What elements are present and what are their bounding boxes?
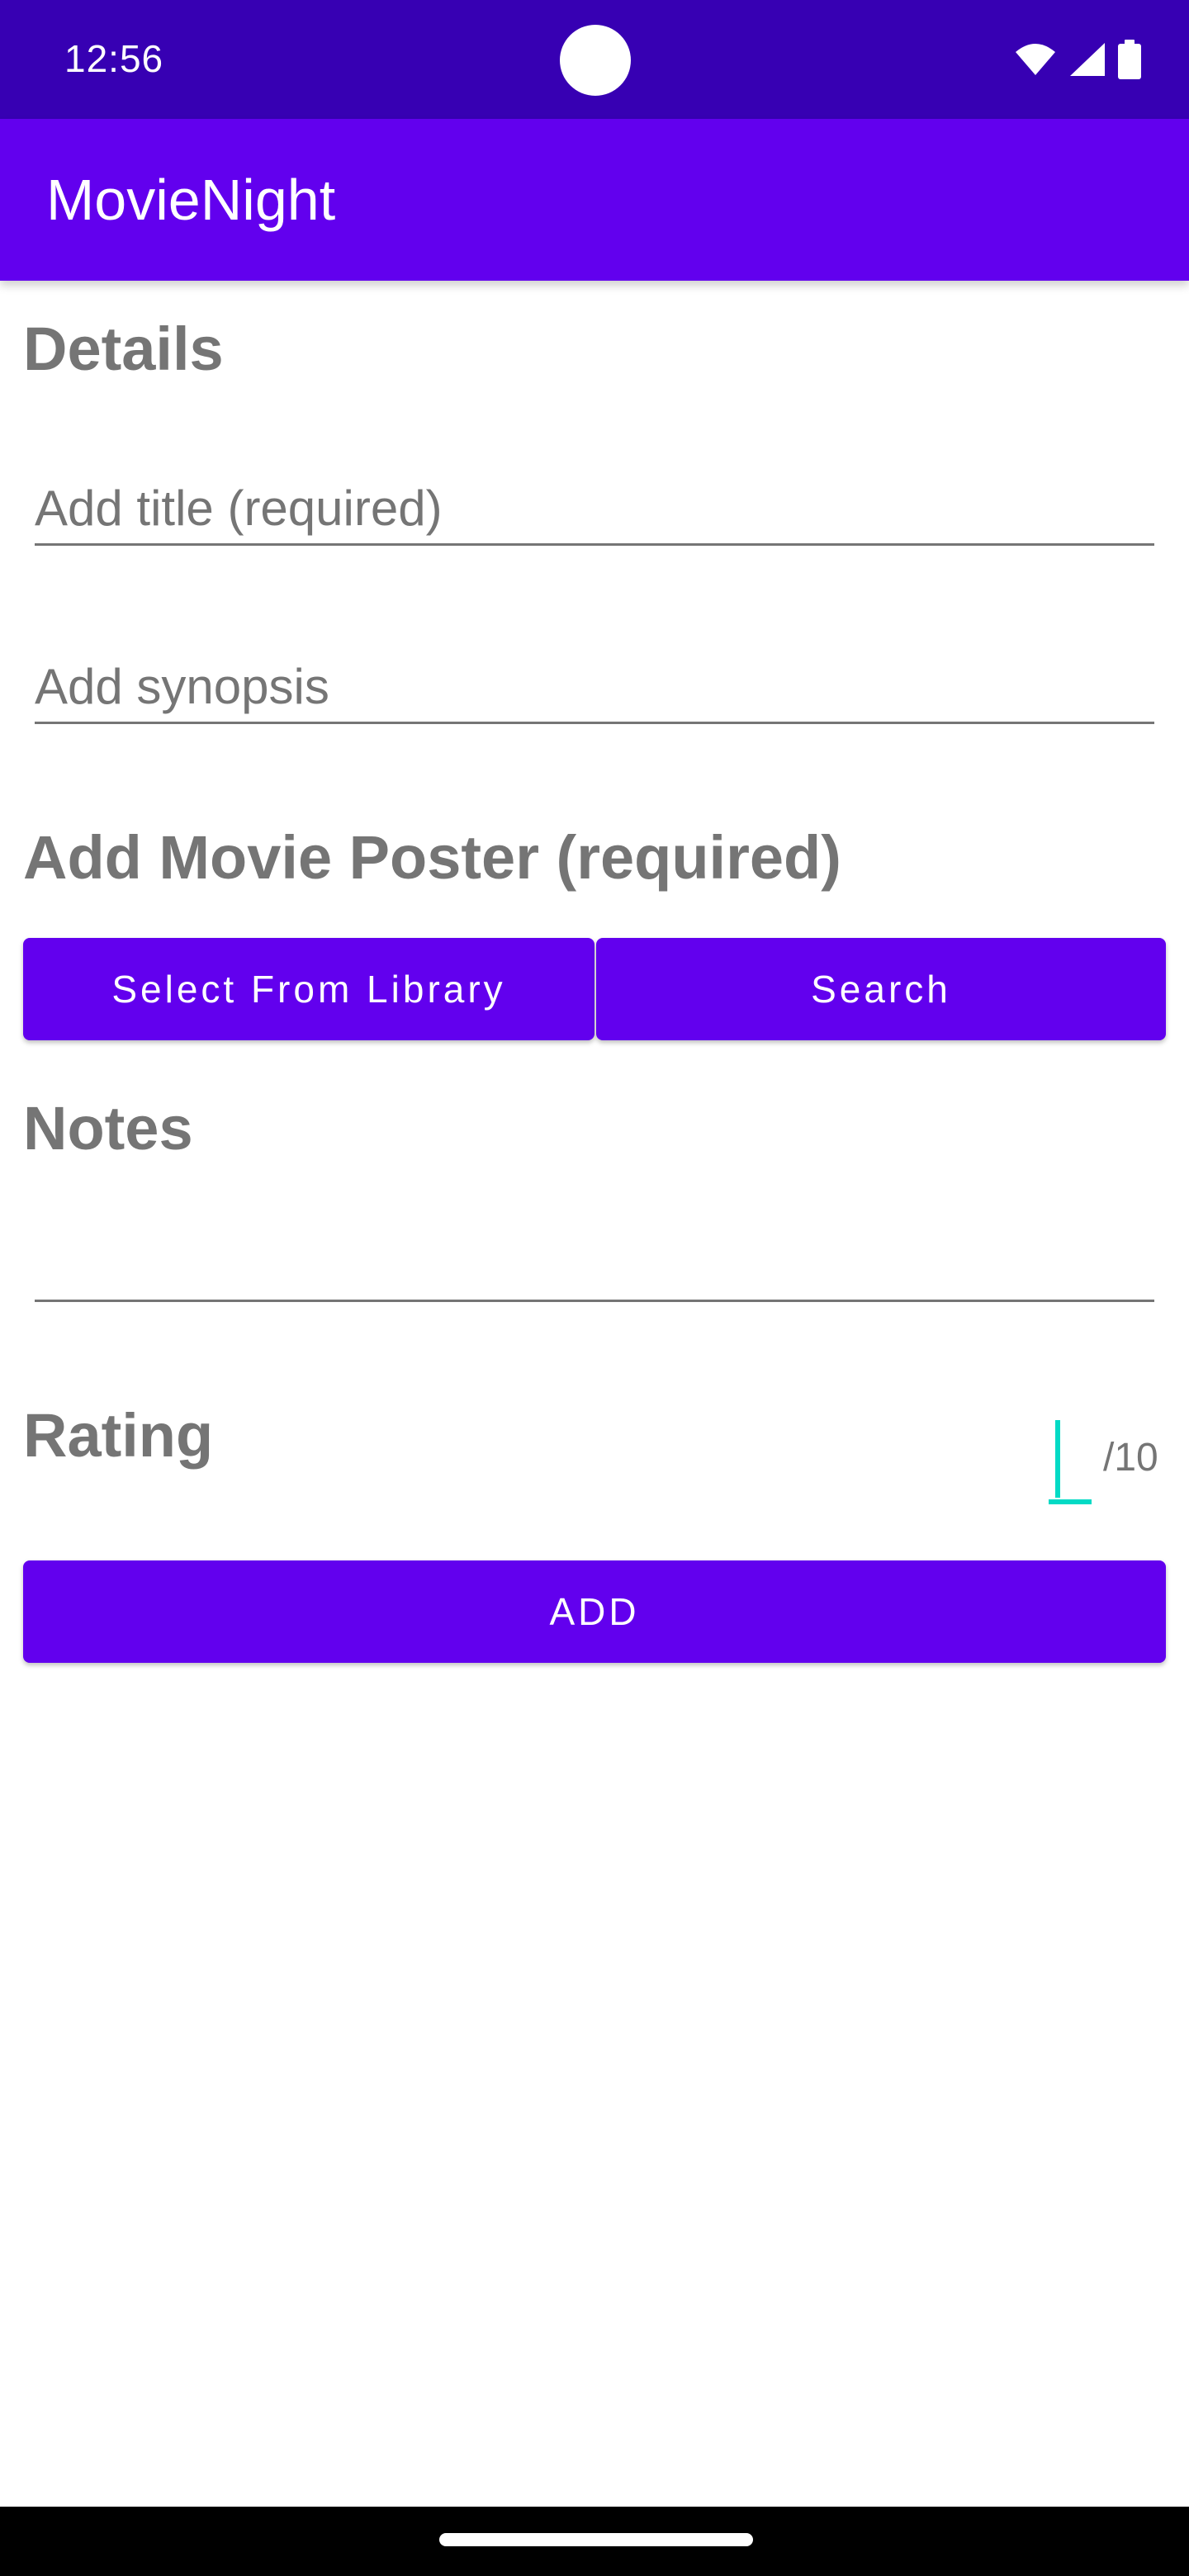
status-time: 12:56: [64, 37, 164, 80]
search-button[interactable]: Search: [596, 938, 1166, 1040]
text-cursor: [1055, 1420, 1060, 1498]
title-field[interactable]: [35, 452, 1154, 546]
synopsis-field[interactable]: [35, 631, 1154, 724]
cellular-signal-icon: [1070, 43, 1105, 76]
notes-input[interactable]: [35, 1236, 1154, 1293]
status-icons: [1014, 40, 1141, 79]
select-from-library-button[interactable]: Select From Library: [23, 938, 594, 1040]
title-input[interactable]: [35, 480, 1154, 537]
app-title: MovieNight: [46, 168, 336, 232]
rating-heading: Rating: [23, 1401, 214, 1470]
details-heading: Details: [23, 315, 224, 383]
camera-cutout: [560, 25, 631, 96]
rating-input[interactable]: [1049, 1417, 1092, 1504]
home-gesture-handle[interactable]: [439, 2533, 753, 2546]
add-button[interactable]: ADD: [23, 1560, 1166, 1663]
app-screen: 12:56 MovieNight Details Add Movie Poste…: [0, 0, 1189, 2576]
status-bar: 12:56: [0, 0, 1189, 119]
notes-heading: Notes: [23, 1094, 193, 1163]
synopsis-input[interactable]: [35, 658, 1154, 715]
poster-heading: Add Movie Poster (required): [23, 823, 841, 892]
wifi-icon: [1016, 44, 1055, 75]
battery-icon: [1118, 40, 1141, 79]
rating-suffix: /10: [1103, 1436, 1158, 1480]
notes-field[interactable]: [35, 1209, 1154, 1302]
app-bar: MovieNight: [0, 119, 1189, 281]
navigation-bar: [0, 2507, 1189, 2576]
